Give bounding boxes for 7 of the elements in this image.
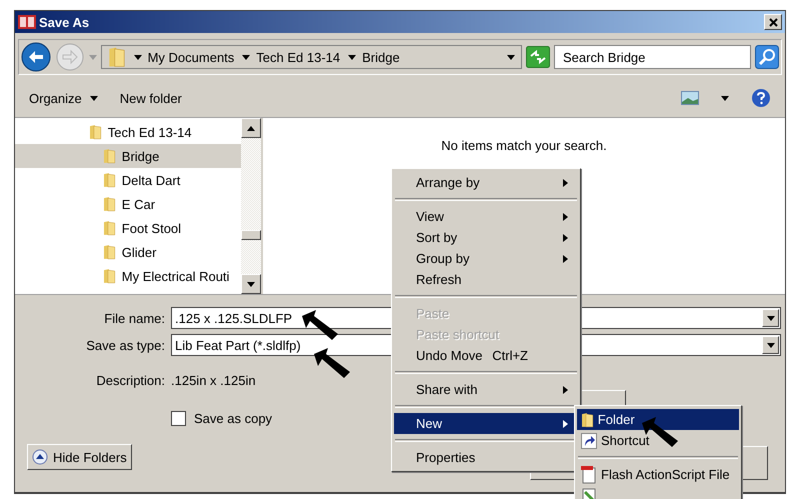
file-name-label: File name: [104, 310, 165, 326]
window-title: Save As [39, 14, 90, 30]
checkbox-label: Save as copy [194, 411, 272, 426]
empty-message: No items match your search. [441, 138, 607, 154]
description-label: Description: [96, 373, 165, 388]
description-value: .125in x .125in [171, 373, 257, 388]
type-label: Save as type: [86, 338, 165, 352]
